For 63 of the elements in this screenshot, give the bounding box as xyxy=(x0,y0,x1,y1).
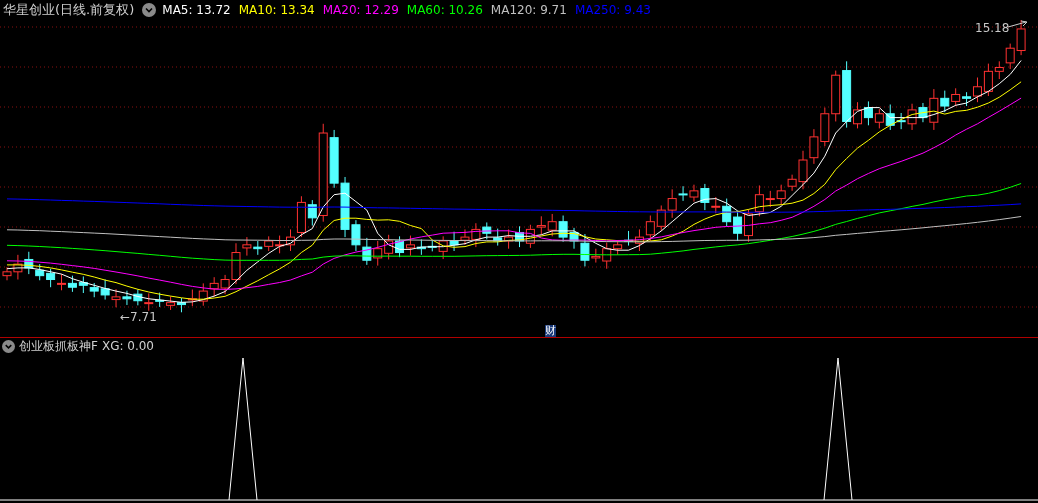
candlestick xyxy=(166,295,176,310)
candlestick xyxy=(362,236,372,265)
candlestick xyxy=(874,108,884,129)
moving-average-value: MA20: 12.29 xyxy=(322,2,399,17)
high-price-label: 15.18 xyxy=(975,20,1010,35)
candlestick xyxy=(831,69,841,122)
candlestick xyxy=(744,208,753,242)
candlestick xyxy=(482,221,492,240)
candlestick xyxy=(198,282,208,306)
candlestick xyxy=(67,274,77,292)
candlestick xyxy=(57,273,66,291)
candlestick xyxy=(100,278,110,300)
candlestick xyxy=(78,275,88,293)
moving-average-value: MA10: 13.34 xyxy=(238,2,315,17)
arrow-icon xyxy=(1007,20,1028,27)
candlestick xyxy=(264,235,274,251)
candlestick xyxy=(46,267,56,288)
stock-title: 华星创业(日线.前复权) xyxy=(3,0,135,19)
candlestick xyxy=(122,289,132,305)
candlestick xyxy=(515,225,524,248)
candlestick xyxy=(1016,19,1026,56)
moving-average-value: MA120: 9.71 xyxy=(490,2,567,17)
indicator-value: XG: 0.00 xyxy=(101,339,154,354)
candlestick xyxy=(951,87,961,107)
candlestick xyxy=(525,223,535,248)
candlestick xyxy=(275,234,285,254)
candlestick xyxy=(416,238,426,255)
dropdown-icon[interactable] xyxy=(142,2,157,17)
candlestick xyxy=(35,263,45,281)
candlestick xyxy=(384,233,394,260)
candlestick xyxy=(1005,42,1015,70)
candlestick xyxy=(89,282,99,298)
indicator-title: 创业板抓板神F xyxy=(19,337,98,355)
candlestick xyxy=(645,214,655,241)
low-price-label: ←7.71 xyxy=(120,309,157,324)
candlestick xyxy=(209,276,219,297)
candlestick xyxy=(133,288,143,306)
candlestick xyxy=(187,288,197,307)
event-marker[interactable]: 财 xyxy=(545,324,556,337)
candlestick xyxy=(504,228,514,249)
candlestick xyxy=(144,292,154,311)
candlestick xyxy=(373,239,383,266)
candlestick xyxy=(656,204,666,231)
candlestick xyxy=(558,214,568,242)
candlestick xyxy=(547,213,557,237)
moving-average-value: MA60: 10.26 xyxy=(406,2,483,17)
candlestick xyxy=(493,227,503,246)
candlestick xyxy=(820,106,830,147)
candlestick xyxy=(111,288,121,308)
candlestick xyxy=(863,100,873,126)
candlestick xyxy=(405,234,415,256)
candlestick xyxy=(253,239,263,255)
candlestick xyxy=(809,128,819,164)
dropdown-icon[interactable] xyxy=(2,339,15,353)
moving-average-value: MA250: 9.43 xyxy=(574,2,651,17)
candlestick xyxy=(634,228,644,251)
moving-average-value: MA5: 13.72 xyxy=(162,2,231,17)
candlestick xyxy=(395,235,405,258)
candlestick xyxy=(24,250,34,275)
candlestick xyxy=(776,183,786,205)
candlestick xyxy=(536,215,546,235)
candlestick xyxy=(449,230,459,251)
candlestick xyxy=(176,297,186,313)
